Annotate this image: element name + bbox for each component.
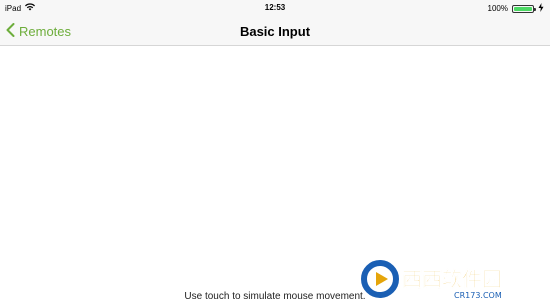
status-time: 12:53	[264, 3, 286, 12]
app-screen: iPad 12:53 100% Remotes Basic Input Use …	[0, 0, 550, 308]
charging-icon	[538, 3, 544, 14]
status-right: 100%	[488, 3, 544, 14]
battery-icon	[512, 4, 536, 13]
battery-fill	[514, 6, 532, 11]
watermark-logo: 西西软件园 CR173.COM	[358, 252, 540, 302]
page-title: Basic Input	[239, 24, 311, 39]
svg-text:CR173.COM: CR173.COM	[454, 291, 502, 300]
battery-tip	[534, 7, 536, 11]
battery-percent: 100%	[487, 4, 508, 13]
navigation-bar: Remotes Basic Input	[0, 16, 550, 46]
svg-text:西西软件园: 西西软件园	[402, 267, 502, 291]
status-bar: iPad 12:53 100%	[0, 0, 550, 16]
